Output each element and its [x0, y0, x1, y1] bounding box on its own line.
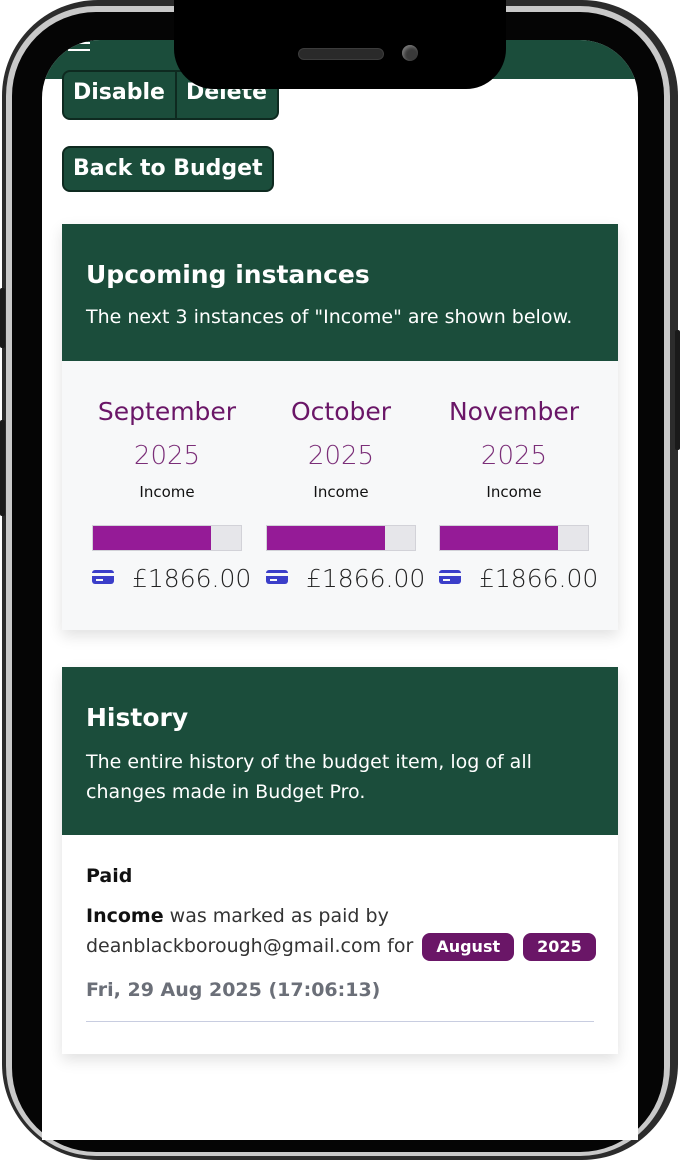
history-entry-for: for	[387, 935, 414, 957]
instance-amount: £1866.00	[132, 564, 252, 593]
history-entry-type: Paid	[86, 865, 133, 887]
history-entry-item: Income	[86, 905, 164, 927]
instance-name: Income	[313, 483, 369, 501]
history-subtitle: The entire history of the budget item, l…	[86, 751, 532, 803]
instance-progress	[439, 525, 589, 551]
instance-name: Income	[486, 483, 542, 501]
instance-name: Income	[139, 483, 195, 501]
phone-notch	[174, 0, 506, 89]
credit-card-icon	[266, 570, 288, 584]
instance-month: November	[448, 397, 580, 426]
instance-year: 2025	[480, 441, 548, 471]
app-screen: Disable Delete Back to Budget Upcoming i…	[42, 40, 638, 1140]
history-card: History The entire history of the budget…	[62, 667, 618, 1054]
history-entry-text: was marked as paid by	[169, 905, 389, 927]
phone-side-button	[0, 288, 5, 348]
instance-amount: £1866.00	[479, 564, 599, 593]
history-entry: Paid Income was marked as paid by deanbl…	[86, 865, 596, 1022]
upcoming-header: Upcoming instances The next 3 instances …	[62, 224, 618, 361]
history-divider	[86, 1021, 594, 1022]
instance-progress-fill	[93, 526, 212, 550]
upcoming-subtitle: The next 3 instances of "Income" are sho…	[86, 306, 573, 328]
instance-month: October	[290, 397, 392, 426]
disable-button[interactable]: Disable	[64, 72, 175, 116]
phone-speaker	[298, 48, 384, 60]
hamburger-icon[interactable]	[68, 42, 90, 52]
phone-side-button	[675, 330, 680, 450]
upcoming-instances-card: Upcoming instances The next 3 instances …	[62, 224, 618, 630]
instance-amount: £1866.00	[306, 564, 426, 593]
instance-progress	[92, 525, 242, 551]
phone-side-button	[0, 420, 5, 516]
instance-year: 2025	[307, 441, 375, 471]
instance-progress-fill	[267, 526, 386, 550]
upcoming-body: September 2025 Income £1866.00 October 2…	[62, 361, 618, 630]
phone-camera	[402, 45, 418, 61]
history-title: History	[86, 703, 189, 732]
instance-year: 2025	[133, 441, 201, 471]
credit-card-icon	[439, 570, 461, 584]
history-entry-user: deanblackborough@gmail.com	[86, 935, 382, 957]
upcoming-title: Upcoming instances	[86, 260, 370, 289]
credit-card-icon	[92, 570, 114, 584]
instance-month: September	[97, 397, 237, 426]
history-entry-description: Income was marked as paid by deanblackbo…	[86, 901, 606, 961]
history-header: History The entire history of the budget…	[62, 667, 618, 835]
instance-progress	[266, 525, 416, 551]
month-badge: August	[422, 933, 515, 961]
year-badge: 2025	[523, 933, 596, 961]
back-to-budget-button[interactable]: Back to Budget	[62, 146, 274, 192]
history-entry-timestamp: Fri, 29 Aug 2025 (17:06:13)	[86, 979, 381, 1001]
instance-progress-fill	[440, 526, 559, 550]
